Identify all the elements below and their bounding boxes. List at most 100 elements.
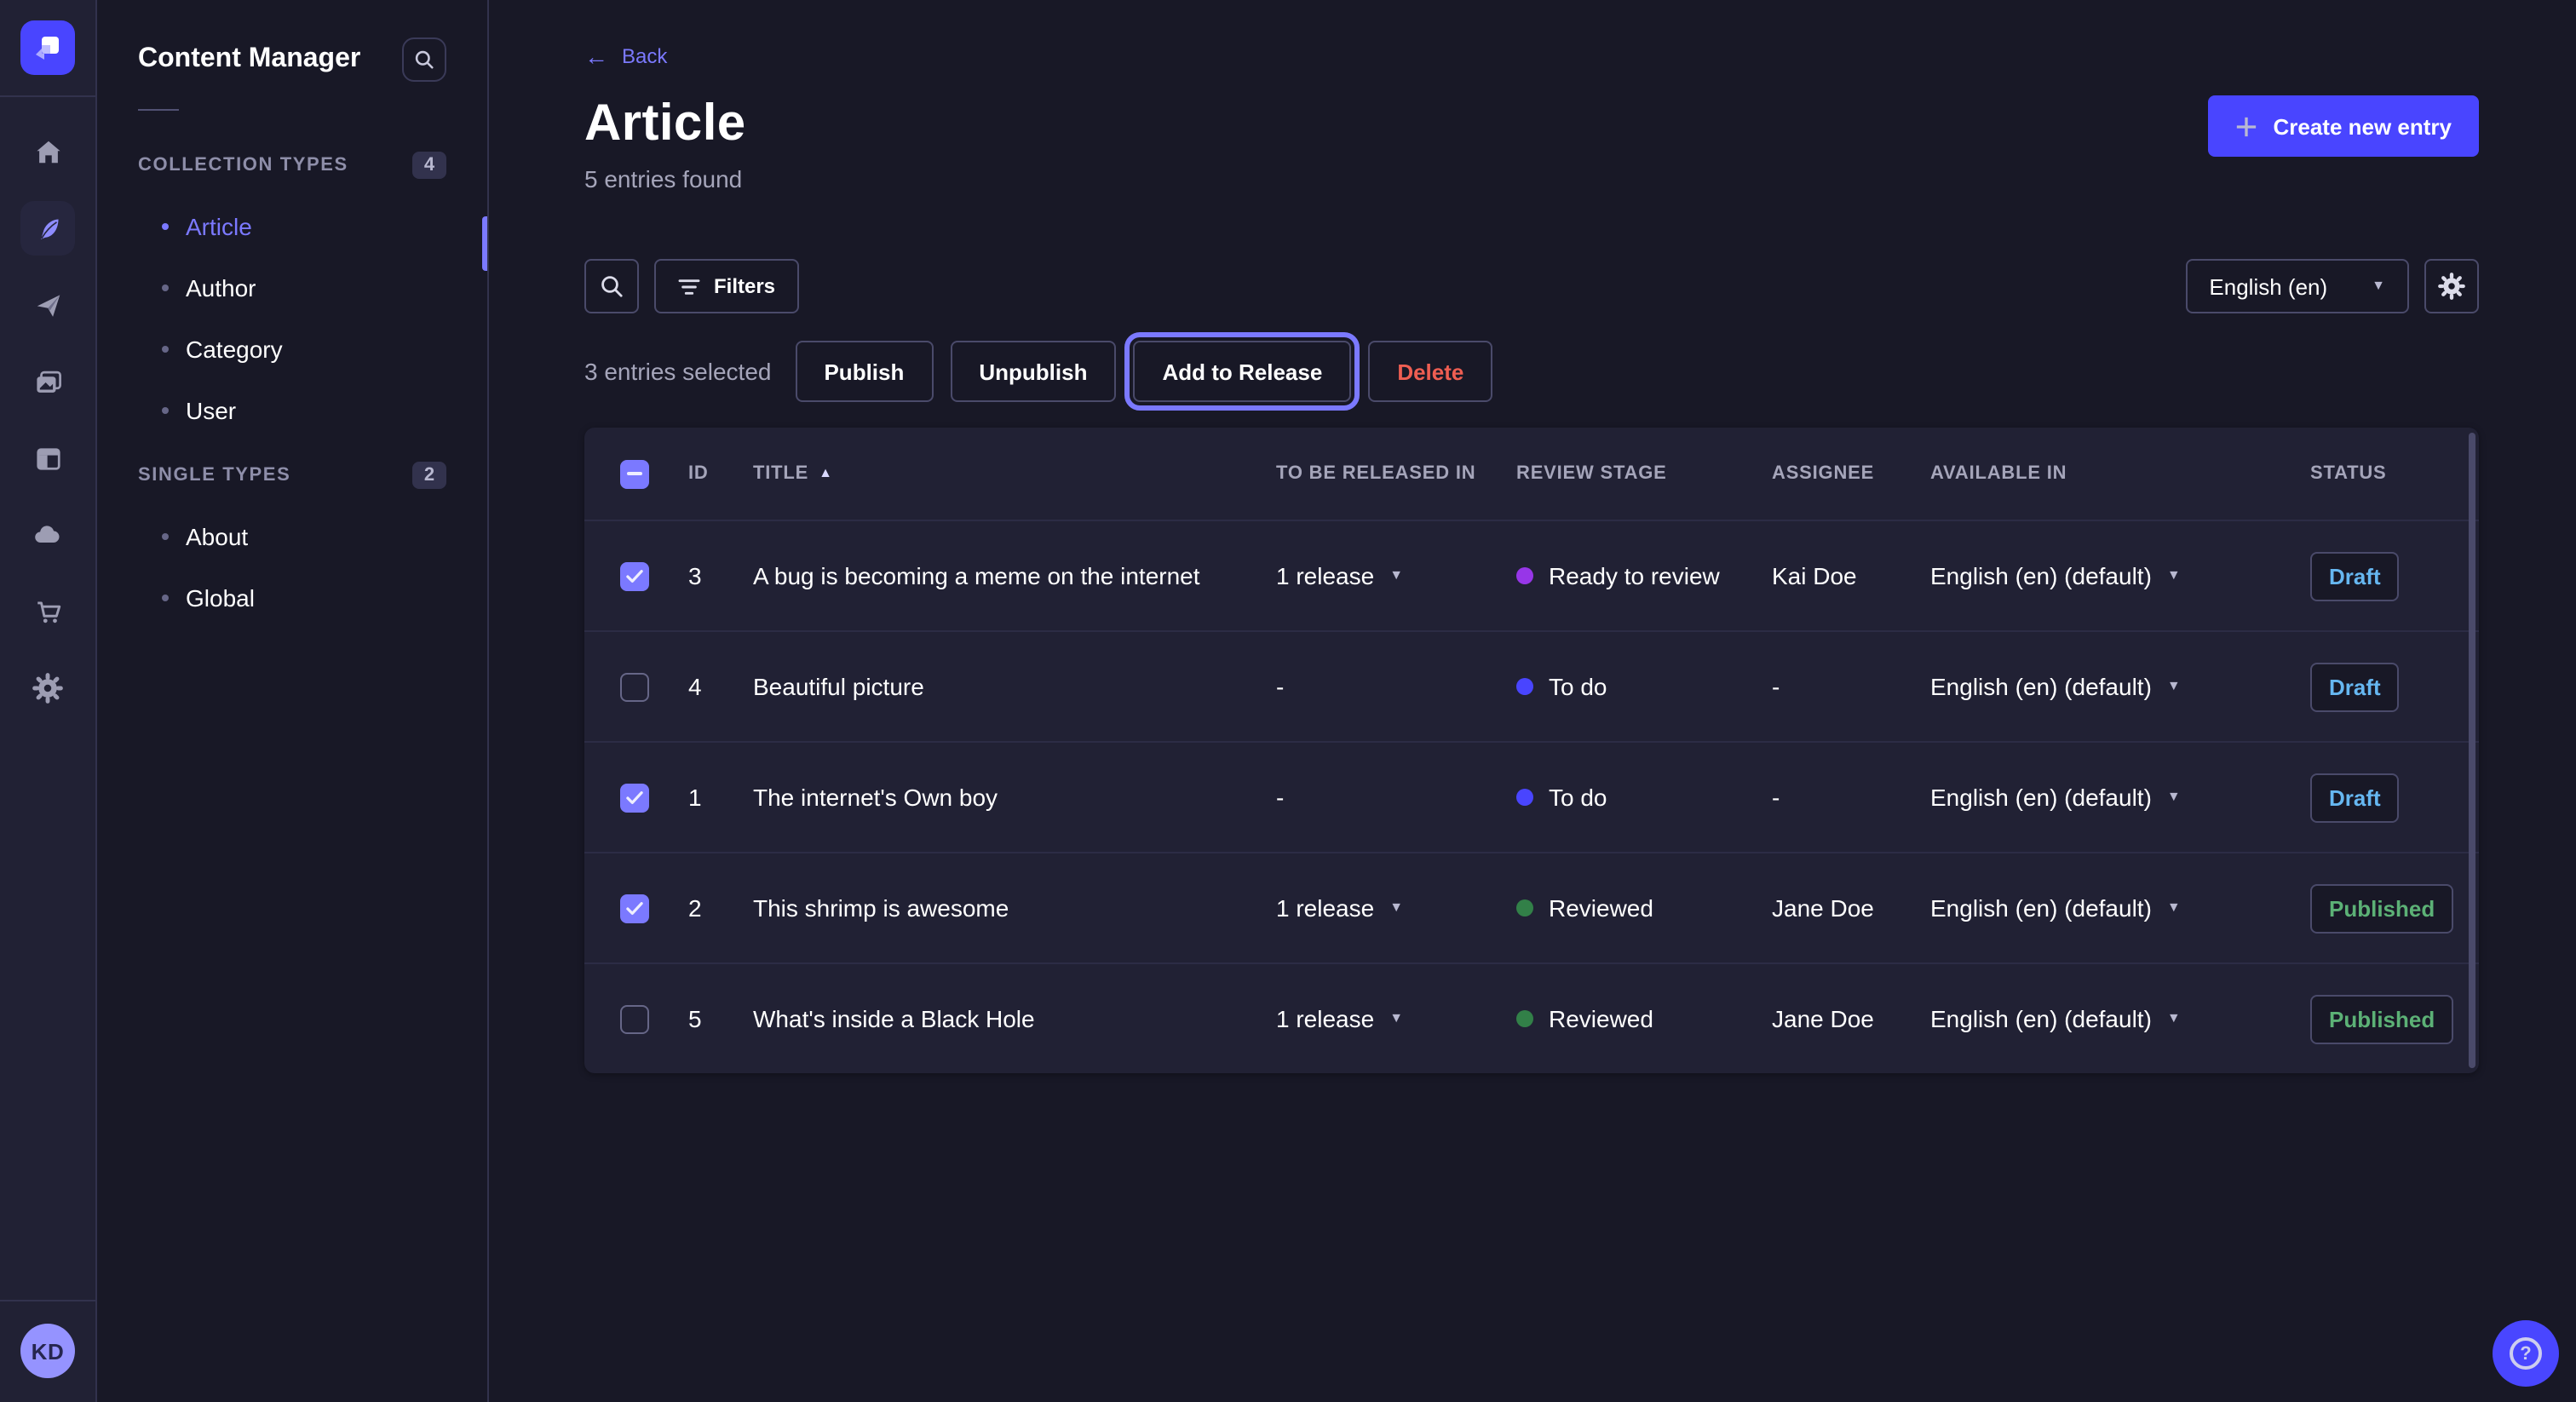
help-button[interactable]: ? xyxy=(2493,1320,2559,1387)
bullet-icon xyxy=(162,346,169,353)
table-scrollbar[interactable] xyxy=(2469,433,2475,1068)
table-search-button[interactable] xyxy=(584,259,639,313)
locale-dropdown[interactable]: English (en) (default) ▼ xyxy=(1930,894,2310,922)
publish-button[interactable]: Publish xyxy=(795,341,933,402)
locale-dropdown[interactable]: English (en) (default) ▼ xyxy=(1930,1005,2310,1032)
row-id: 1 xyxy=(688,784,753,811)
locale-select-value: English (en) xyxy=(2209,273,2327,299)
stage-dot xyxy=(1516,567,1533,584)
delete-button[interactable]: Delete xyxy=(1368,341,1492,402)
nav-releases-button[interactable] xyxy=(20,278,75,332)
locale-dropdown[interactable]: English (en) (default) ▼ xyxy=(1930,784,2310,811)
sidebar-item-label: Article xyxy=(186,213,252,240)
release-dropdown[interactable]: - ▼ xyxy=(1276,673,1516,700)
home-icon xyxy=(33,137,62,166)
release-dropdown[interactable]: - ▼ xyxy=(1276,784,1516,811)
locale-select[interactable]: English (en) ▼ xyxy=(2185,259,2409,313)
row-checkbox[interactable] xyxy=(620,672,649,701)
locale-value: English (en) (default) xyxy=(1930,562,2152,589)
add-to-release-button[interactable]: Add to Release xyxy=(1133,341,1351,402)
table-row[interactable]: 5 What's inside a Black Hole 1 release ▼… xyxy=(584,962,2479,1073)
bullet-icon xyxy=(162,595,169,601)
entries-table: ID TITLE ▲ TO BE RELEASED IN REVIEW STAG… xyxy=(584,428,2479,1073)
nav-cloud-button[interactable] xyxy=(20,508,75,562)
sidebar-item-about[interactable]: About xyxy=(138,506,446,567)
review-stage-cell: Ready to review xyxy=(1516,562,1772,589)
column-header-title[interactable]: TITLE ▲ xyxy=(753,463,1276,484)
nav-marketplace-button[interactable] xyxy=(20,584,75,639)
chevron-down-icon: ▼ xyxy=(2167,901,2181,915)
layout-panel-icon xyxy=(33,444,62,473)
bullet-icon xyxy=(162,533,169,540)
check-icon xyxy=(625,900,644,916)
row-checkbox[interactable] xyxy=(620,893,649,922)
chevron-down-icon: ▼ xyxy=(1389,1012,1403,1026)
select-all-checkbox[interactable] xyxy=(620,459,649,488)
row-id: 3 xyxy=(688,562,753,589)
chevron-down-icon: ▼ xyxy=(2167,790,2181,804)
stage-label: Reviewed xyxy=(1549,894,1653,922)
table-row[interactable]: 1 The internet's Own boy - ▼ To do - Eng… xyxy=(584,741,2479,852)
sidebar-item-user[interactable]: User xyxy=(138,380,446,441)
chevron-down-icon: ▼ xyxy=(1389,569,1403,583)
view-settings-button[interactable] xyxy=(2424,259,2479,313)
bullet-icon xyxy=(162,284,169,291)
single-types-count-badge: 2 xyxy=(412,462,446,489)
nav-settings-button[interactable] xyxy=(20,661,75,715)
locale-dropdown[interactable]: English (en) (default) ▼ xyxy=(1930,562,2310,589)
table-row[interactable]: 2 This shrimp is awesome 1 release ▼ Rev… xyxy=(584,852,2479,962)
collection-types-section: COLLECTION TYPES 4 Article Author Catego… xyxy=(138,145,446,441)
sidebar-item-category[interactable]: Category xyxy=(138,319,446,380)
subnav-divider xyxy=(138,109,179,111)
back-link[interactable]: ← Back xyxy=(584,44,667,68)
unpublish-button[interactable]: Unpublish xyxy=(950,341,1116,402)
stage-label: To do xyxy=(1549,784,1607,811)
arrow-left-icon: ← xyxy=(584,44,608,68)
create-new-entry-button[interactable]: Create new entry xyxy=(2208,95,2479,157)
images-icon xyxy=(33,367,62,396)
chevron-down-icon: ▼ xyxy=(2167,1012,2181,1026)
cloud-icon xyxy=(32,520,63,550)
collection-types-label: COLLECTION TYPES xyxy=(138,155,348,175)
sidebar-item-author[interactable]: Author xyxy=(138,257,446,319)
release-dropdown[interactable]: 1 release ▼ xyxy=(1276,562,1516,589)
nav-media-library-button[interactable] xyxy=(20,354,75,409)
locale-value: English (en) (default) xyxy=(1930,673,2152,700)
row-assignee: - xyxy=(1772,784,1930,811)
row-title: Beautiful picture xyxy=(753,673,1276,700)
nav-content-manager-button[interactable] xyxy=(20,201,75,256)
row-checkbox[interactable] xyxy=(620,561,649,590)
table-body: 3 A bug is becoming a meme on the intern… xyxy=(584,520,2479,1073)
locale-dropdown[interactable]: English (en) (default) ▼ xyxy=(1930,673,2310,700)
review-stage-cell: To do xyxy=(1516,673,1772,700)
stage-label: To do xyxy=(1549,673,1607,700)
chevron-down-icon: ▼ xyxy=(1389,901,1403,915)
strapi-logo[interactable] xyxy=(20,20,75,75)
filters-button[interactable]: Filters xyxy=(654,259,799,313)
feather-icon xyxy=(33,214,62,243)
release-dropdown[interactable]: 1 release ▼ xyxy=(1276,894,1516,922)
nav-home-button[interactable] xyxy=(20,124,75,179)
table-row[interactable]: 3 A bug is becoming a meme on the intern… xyxy=(584,520,2479,630)
release-value: 1 release xyxy=(1276,894,1374,922)
bullet-icon xyxy=(162,223,169,230)
sidebar-item-article[interactable]: Article xyxy=(138,196,446,257)
column-header-assignee: ASSIGNEE xyxy=(1772,463,1930,484)
release-value: - xyxy=(1276,784,1284,811)
user-avatar[interactable]: KD xyxy=(20,1324,75,1378)
paper-plane-icon xyxy=(33,290,62,319)
locale-value: English (en) (default) xyxy=(1930,894,2152,922)
table-row[interactable]: 4 Beautiful picture - ▼ To do - English … xyxy=(584,630,2479,741)
sidebar-item-global[interactable]: Global xyxy=(138,567,446,629)
nav-layout-button[interactable] xyxy=(20,431,75,486)
status-badge: Draft xyxy=(2310,662,2400,711)
release-dropdown[interactable]: 1 release ▼ xyxy=(1276,1005,1516,1032)
subnav-search-button[interactable] xyxy=(402,37,446,82)
row-assignee: - xyxy=(1772,673,1930,700)
row-checkbox[interactable] xyxy=(620,1004,649,1033)
release-value: 1 release xyxy=(1276,562,1374,589)
sort-ascending-icon: ▲ xyxy=(819,467,833,480)
review-stage-cell: Reviewed xyxy=(1516,1005,1772,1032)
entries-count: 5 entries found xyxy=(584,165,746,192)
row-checkbox[interactable] xyxy=(620,783,649,812)
